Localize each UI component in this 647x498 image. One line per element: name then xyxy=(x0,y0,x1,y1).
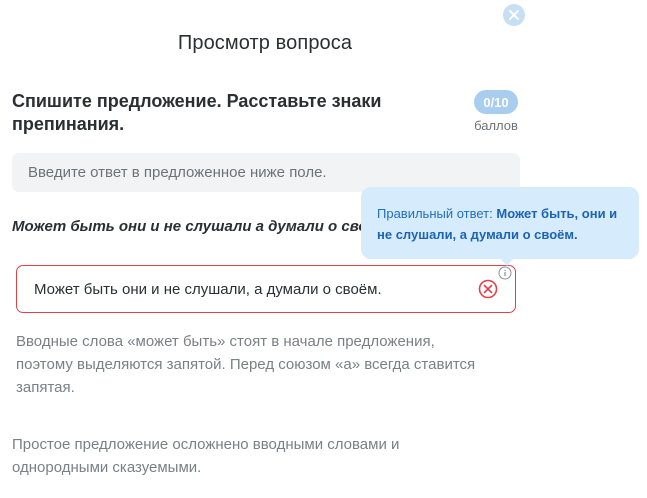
info-icon[interactable] xyxy=(498,266,512,280)
explanation-extra: Простое предложение осложнено вводными с… xyxy=(12,436,400,476)
close-icon xyxy=(509,10,519,20)
tooltip-label: Правильный ответ: xyxy=(377,206,497,221)
tooltip-arrow xyxy=(500,258,514,266)
task-sentence: Может быть они и не слушали а думали о с… xyxy=(12,218,392,235)
explanation-text: Вводные слова «может быть» стоят в начал… xyxy=(16,333,476,396)
score-unit-label: баллов xyxy=(474,118,518,133)
input-hint-text: Введите ответ в предложенное ниже поле. xyxy=(28,164,327,181)
score-badge: 0/10 xyxy=(474,90,518,114)
question-preview-dialog: Просмотр вопроса Спишите предложение. Ра… xyxy=(0,0,647,498)
correct-answer-tooltip: Правильный ответ: Может быть, они и не с… xyxy=(361,187,639,259)
question-text: Спишите предложение. Расставьте знаки пр… xyxy=(12,91,382,134)
wrong-answer-icon xyxy=(478,279,498,299)
dialog-title: Просмотр вопроса xyxy=(177,32,353,54)
answer-value: Может быть они и не слушали, а думали о … xyxy=(34,280,382,298)
close-button[interactable] xyxy=(503,4,525,26)
answer-field[interactable]: Может быть они и не слушали, а думали о … xyxy=(16,265,516,313)
